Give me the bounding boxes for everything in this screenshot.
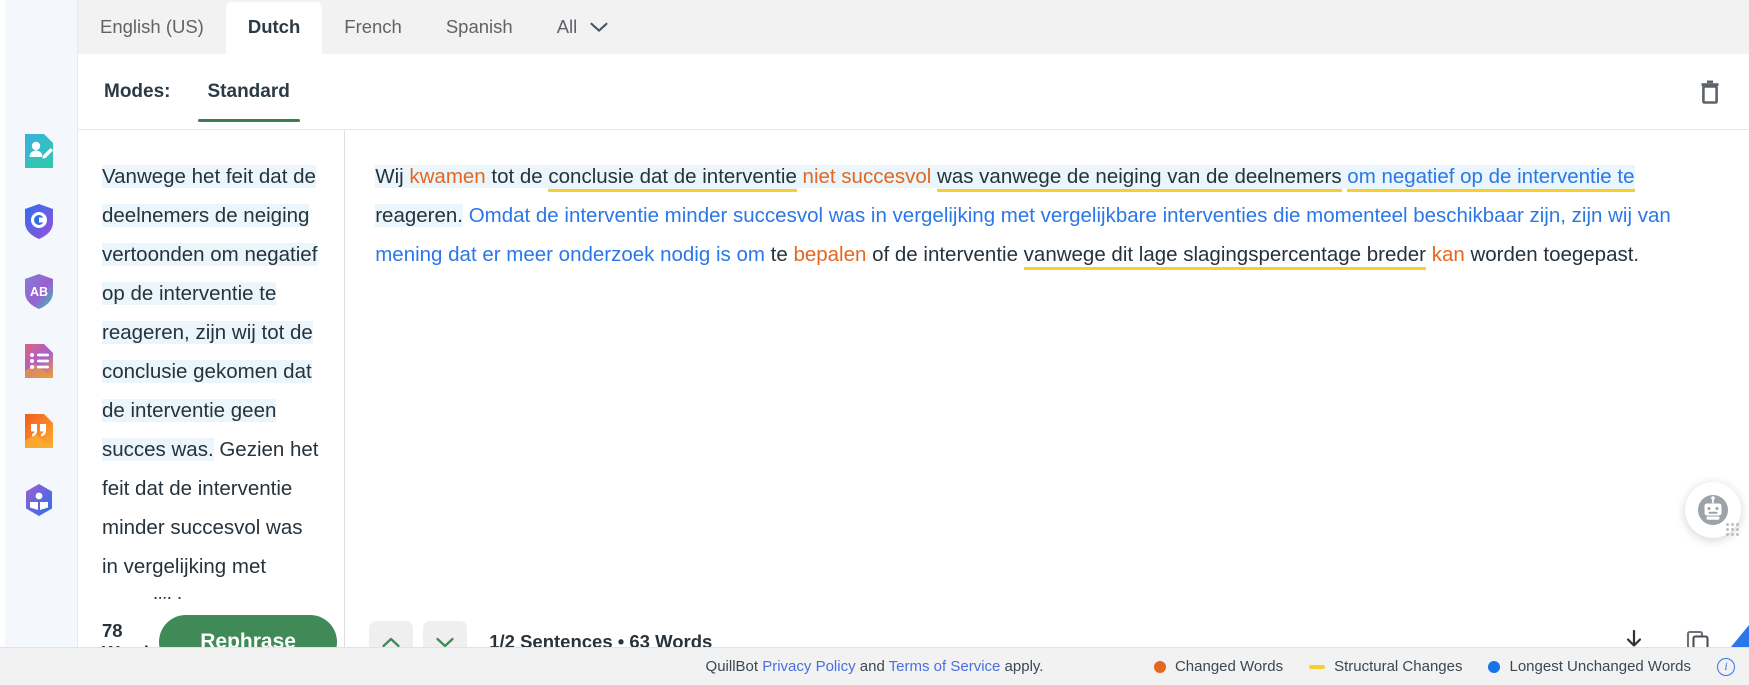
output-segment: tot de bbox=[485, 165, 549, 188]
editor-split: Vanwege het feit dat de deelnemers de ne… bbox=[78, 130, 1749, 685]
paraphraser-icon[interactable] bbox=[19, 131, 59, 171]
citation-generator-icon[interactable] bbox=[19, 411, 59, 451]
output-segment: te bbox=[764, 243, 794, 266]
language-tab-bar: English (US) Dutch French Spanish All bbox=[78, 0, 1749, 54]
legend-changed-words: Changed Words bbox=[1153, 658, 1284, 675]
output-segment: bepalen bbox=[793, 243, 867, 266]
output-text-area[interactable]: Wij kwamen tot de conclusie dat de inter… bbox=[345, 130, 1749, 599]
footer-legend-bar: QuillBot Privacy Policy and Terms of Ser… bbox=[0, 647, 1749, 685]
legend-structural-changes: Structural Changes bbox=[1309, 658, 1462, 675]
source-pane: Vanwege het feit dat de deelnemers de ne… bbox=[78, 130, 346, 685]
mode-standard[interactable]: Standard bbox=[197, 81, 301, 122]
legal-prefix: QuillBot bbox=[705, 658, 763, 675]
tab-english-us[interactable]: English (US) bbox=[78, 0, 226, 54]
translator-icon[interactable] bbox=[19, 481, 59, 521]
structural-changes-dash-icon bbox=[1309, 664, 1326, 669]
tab-all-languages[interactable]: All bbox=[535, 0, 631, 54]
tab-all-label: All bbox=[556, 16, 578, 37]
legend-items: Changed Words Structural Changes Longest… bbox=[1153, 657, 1735, 676]
legal-suffix: apply. bbox=[1000, 658, 1044, 675]
source-remaining-text: Gezien het feit dat de interventie minde… bbox=[102, 438, 319, 599]
terms-of-service-link[interactable]: Terms of Service bbox=[889, 658, 1001, 675]
tab-dutch[interactable]: Dutch bbox=[225, 0, 323, 54]
output-segment: kan bbox=[1431, 243, 1465, 266]
legal-notice: QuillBot Privacy Policy and Terms of Ser… bbox=[706, 658, 1044, 675]
output-segment: was vanwege de neiging van de deelnemers bbox=[937, 165, 1342, 192]
output-segment: of de interventie bbox=[866, 243, 1024, 266]
output-segment: niet succesvol bbox=[802, 165, 932, 188]
longest-unchanged-dot-icon bbox=[1488, 660, 1501, 673]
output-segment: reageren. bbox=[375, 204, 463, 227]
modes-bar: Modes: Standard bbox=[78, 54, 1749, 130]
plagiarism-checker-icon[interactable]: AB bbox=[19, 271, 59, 311]
summarizer-icon[interactable] bbox=[19, 341, 59, 381]
legend-structural-changes-label: Structural Changes bbox=[1334, 658, 1463, 675]
output-pane: Wij kwamen tot de conclusie dat de inter… bbox=[345, 130, 1749, 685]
chevron-down-icon bbox=[590, 22, 608, 33]
delete-icon[interactable] bbox=[1695, 77, 1725, 107]
output-segment: worden toegepast. bbox=[1464, 243, 1640, 266]
output-segment: Wij bbox=[375, 165, 410, 188]
assistant-bot-button[interactable] bbox=[1685, 482, 1741, 538]
source-text-area[interactable]: Vanwege het feit dat de deelnemers de ne… bbox=[78, 130, 344, 599]
changed-words-dot-icon bbox=[1153, 660, 1166, 673]
tab-spanish[interactable]: Spanish bbox=[424, 0, 535, 54]
legend-changed-words-label: Changed Words bbox=[1174, 658, 1284, 675]
legend-longest-unchanged: Longest Unchanged Words bbox=[1488, 658, 1691, 675]
assistant-resize-grip[interactable] bbox=[1726, 523, 1739, 536]
output-segment: conclusie dat de interventie bbox=[548, 165, 797, 192]
svg-text:AB: AB bbox=[29, 285, 47, 299]
legal-middle: and bbox=[855, 658, 889, 675]
grammar-checker-icon[interactable] bbox=[19, 201, 59, 241]
modes-label: Modes: bbox=[104, 80, 171, 102]
info-icon[interactable]: i bbox=[1717, 657, 1735, 676]
main-content: English (US) Dutch French Spanish All Mo… bbox=[78, 0, 1749, 685]
output-segment: om negatief op de interventie te bbox=[1347, 165, 1635, 192]
quillbot-paraphraser-app: AB English (US) Dutch French Spanish All… bbox=[0, 0, 1749, 685]
source-highlighted-sentence: Vanwege het feit dat de deelnemers de ne… bbox=[102, 165, 318, 461]
tool-sidebar: AB bbox=[0, 0, 78, 685]
output-segment bbox=[796, 165, 803, 188]
legend-longest-unchanged-label: Longest Unchanged Words bbox=[1509, 658, 1691, 675]
tab-french[interactable]: French bbox=[322, 0, 424, 54]
output-segment: vanwege dit lage slagingspercentage bred… bbox=[1023, 243, 1426, 270]
output-segment: kwamen bbox=[409, 165, 486, 188]
privacy-policy-link[interactable]: Privacy Policy bbox=[762, 658, 855, 675]
